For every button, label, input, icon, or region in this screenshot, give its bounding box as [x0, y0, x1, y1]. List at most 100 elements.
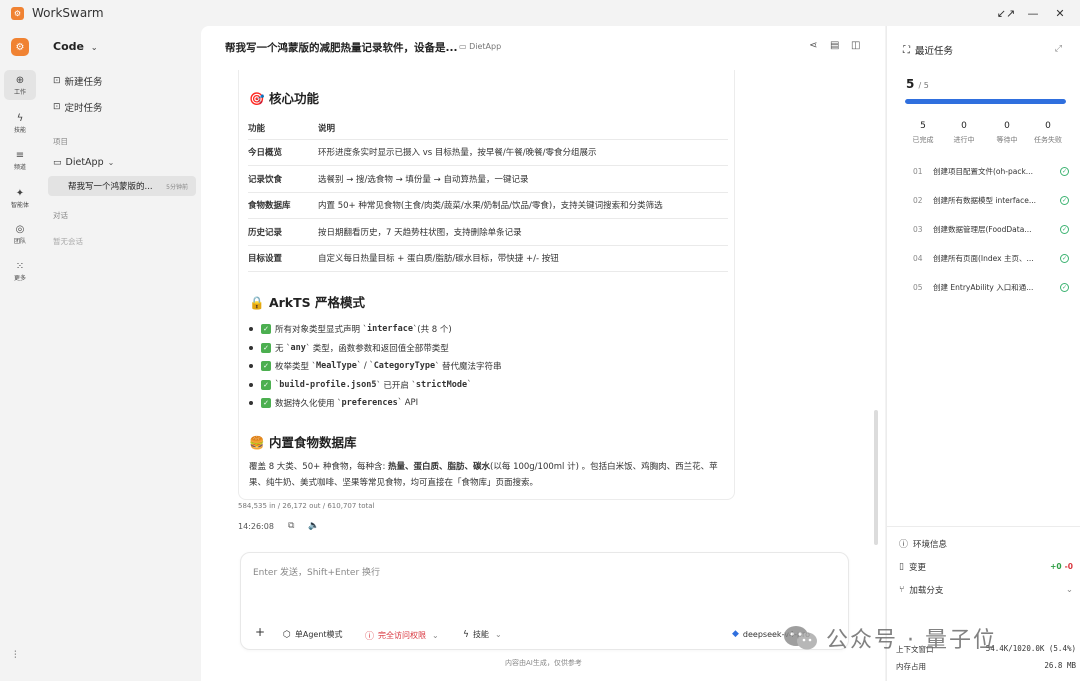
bullet-icon [249, 364, 253, 369]
chevron-down-icon: ⌄ [432, 631, 439, 640]
item-text-post: ` API [397, 398, 419, 409]
skills-label: 技能 [472, 630, 489, 639]
table-row: 食物数据库 内置 50+ 种常见食物(主食/肉类/蔬菜/水果/奶制品/饮品/零食… [248, 192, 728, 219]
task-step[interactable]: 02 创建所有数据模型 interface... ✓ [913, 191, 1069, 209]
model-selector[interactable]: ◆ deepseek-v4-pro [732, 629, 810, 639]
task-step[interactable]: 05 创建 EntryAbility 入口和通... ✓ [913, 278, 1069, 296]
message-composer[interactable]: Enter 发送，Shift+Enter 换行 + ⬡ 单Agent模式 ⓘ 完全访… [240, 552, 849, 650]
message-time: 14:26:08 [238, 521, 274, 531]
rail-item-work[interactable]: ⊕ 工作 [4, 70, 36, 100]
chevron-down-icon: ⌄ [494, 630, 502, 639]
expand-icon[interactable]: ⤢ [1055, 44, 1062, 54]
composer-input[interactable]: Enter 发送，Shift+Enter 换行 [253, 565, 380, 578]
table-cell: 环形进度条实时显示已摄入 vs 目标热量，按早餐/午餐/晚餐/零食分组展示 [318, 139, 728, 166]
item-text-pre: 数据持久化使用 ` [275, 399, 342, 410]
check-circle-icon: ✓ [1060, 224, 1069, 234]
table-cell: 历史记录 [248, 218, 318, 246]
env-info-header[interactable]: ⓘ 环境信息 [899, 537, 1073, 551]
sidebar: Code ⌄ ⊡ 新建任务 ⊡ 定时任务 项目 ▭ DietApp ⌄ 帮我写一… [40, 26, 201, 681]
branch-row[interactable]: ⑂ 加载分支 ⌄ [899, 584, 1073, 596]
scheduled-task-button[interactable]: ⊡ 定时任务 [53, 100, 103, 114]
ai-disclaimer: 内容由AI生成，仅供参考 [505, 659, 582, 667]
rail-item-more[interactable]: ⁙ 更多 [4, 256, 36, 286]
total-count: / 5 [918, 81, 929, 90]
step-number: 03 [913, 224, 923, 234]
rail-label: 更多 [13, 274, 26, 282]
item-text-pre: 无 ` [275, 343, 291, 354]
stat-waiting: 0 等待中 [987, 121, 1027, 145]
add-attachment-button[interactable]: + [255, 625, 265, 639]
skills-dropdown[interactable]: ϟ 技能 ⌄ [463, 629, 502, 640]
list-item: ✓ 无 ` any ` 类型，函数参数和返回值全部带类型 [249, 339, 502, 358]
task-step[interactable]: 03 创建数据管理层(FoodData... ✓ [913, 220, 1069, 238]
chevron-down-icon: ⌄ [1065, 585, 1073, 595]
brand-logo-icon[interactable]: ⚙ [11, 38, 29, 56]
item-text-pre: 枚举类型 ` [275, 362, 316, 373]
memory-row: 内存占用 26.8 MB [896, 661, 1076, 672]
dialog-section-label: 对话 [53, 211, 68, 220]
skills-icon: ϟ [463, 629, 469, 640]
share-icon[interactable]: ⋖ [809, 40, 817, 51]
workspace-switcher[interactable]: Code ⌄ [53, 40, 98, 53]
agent-mode-label: 单Agent模式 [294, 630, 343, 639]
task-step[interactable]: 04 创建所有页面(Index 主页、... ✓ [913, 249, 1069, 267]
project-name: DietApp [65, 157, 104, 168]
progress-count: 5 / 5 [906, 77, 929, 91]
rail-label: 技能 [13, 126, 26, 134]
rail-item-team[interactable]: ◎ 团队 [4, 219, 36, 249]
rail-label: 频道 [13, 163, 26, 171]
table-cell: 记录饮食 [248, 165, 318, 193]
item-code: preferences [341, 398, 398, 409]
food-db-paragraph: 覆盖 8 大类、50+ 种食物，每种含: 热量、蛋白质、脂肪、碳水(以每 100… [249, 460, 724, 491]
progress-fill [905, 99, 1066, 104]
project-folder-dietapp[interactable]: ▭ DietApp ⌄ [53, 157, 114, 168]
paragraph-bold: 热量、蛋白质、脂肪、碳水 [388, 462, 491, 472]
context-window-row: 上下文窗口 54.4K/1020.0K (5.4%) [896, 644, 1076, 655]
rail-item-skills[interactable]: ϟ 技能 [4, 108, 36, 138]
work-icon: ⊕ [15, 74, 25, 86]
recent-tasks-header: ⛶ 最近任务 [903, 43, 953, 58]
item-text-post: `(共 8 个) [413, 325, 452, 336]
document-icon[interactable]: ▤ [830, 40, 839, 51]
rail-item-agents[interactable]: ✦ 智能体 [4, 183, 36, 213]
burger-emoji-icon: 🍔 [249, 435, 265, 450]
progress-bar [905, 99, 1066, 104]
restore-icon[interactable]: ↙↗ [997, 5, 1015, 21]
table-row: 今日概览 环形进度条实时显示已摄入 vs 目标热量，按早餐/午餐/晚餐/零食分组… [248, 139, 728, 166]
token-usage: 584,535 in / 26,172 out / 610,707 total [238, 502, 375, 510]
projects-section-label: 项目 [53, 137, 68, 146]
bullet-icon [249, 345, 253, 350]
rail-item-channels[interactable]: ≡ 频道 [4, 145, 36, 175]
copy-icon[interactable]: ⧉ [288, 521, 294, 531]
scheduled-task-label: 定时任务 [64, 103, 103, 114]
folder-tag[interactable]: ▭ DietApp [459, 42, 501, 51]
title-bar: ⚙ WorkSwarm ↙↗ — ✕ [0, 0, 1080, 26]
minimize-icon[interactable]: — [1024, 5, 1042, 21]
permission-dropdown[interactable]: ⓘ 完全访问权限 ⌄ [365, 629, 439, 642]
step-number: 05 [913, 282, 923, 292]
list-item: ✓ 枚举类型 ` MealType ` / ` CategoryType ` 替代魔法字… [249, 357, 502, 376]
chat-title: 帮我写一个鸿蒙版的减肥热量记录软件，设备是... [225, 42, 458, 54]
step-text: 创建项目配置文件(oh-pack... [933, 166, 1033, 176]
speaker-icon[interactable]: 🔈 [308, 521, 319, 531]
panel-toggle-icon[interactable]: ◫ [851, 40, 860, 51]
env-info-title: 环境信息 [913, 539, 948, 550]
rail-label: 团队 [13, 237, 26, 245]
table-cell: 自定义每日热量目标 + 蛋白质/脂肪/碳水目标，带快捷 +/- 按钮 [318, 245, 728, 272]
item-code: interface [366, 324, 414, 335]
stat-in-progress: 0 进行中 [944, 121, 984, 145]
item-text-pre: 所有对象类型显式声明 ` [275, 325, 367, 336]
new-task-button[interactable]: ⊡ 新建任务 [53, 74, 103, 88]
item-text-mid: ` 已开启 ` [376, 380, 416, 391]
close-icon[interactable]: ✕ [1051, 5, 1069, 21]
chat-panel: 帮我写一个鸿蒙版的减肥热量记录软件，设备是... ▭ DietApp ⋖ ▤ ◫… [201, 26, 885, 681]
food-db-heading: 🍔 内置食物数据库 [249, 432, 356, 451]
settings-sliders-icon[interactable]: ⫶ [14, 650, 17, 661]
scrollbar[interactable] [874, 410, 878, 545]
task-step[interactable]: 01 创建项目配置文件(oh-pack... ✓ [913, 162, 1069, 180]
agents-icon: ✦ [15, 187, 25, 199]
item-code: CategoryType [373, 361, 436, 372]
agent-mode-button[interactable]: ⬡ 单Agent模式 [283, 629, 343, 640]
changes-row[interactable]: ▯ 变更 +0 -0 [899, 561, 1073, 573]
task-list-item[interactable]: 帮我写一个鸿蒙版的... 5分钟前 [48, 176, 196, 196]
